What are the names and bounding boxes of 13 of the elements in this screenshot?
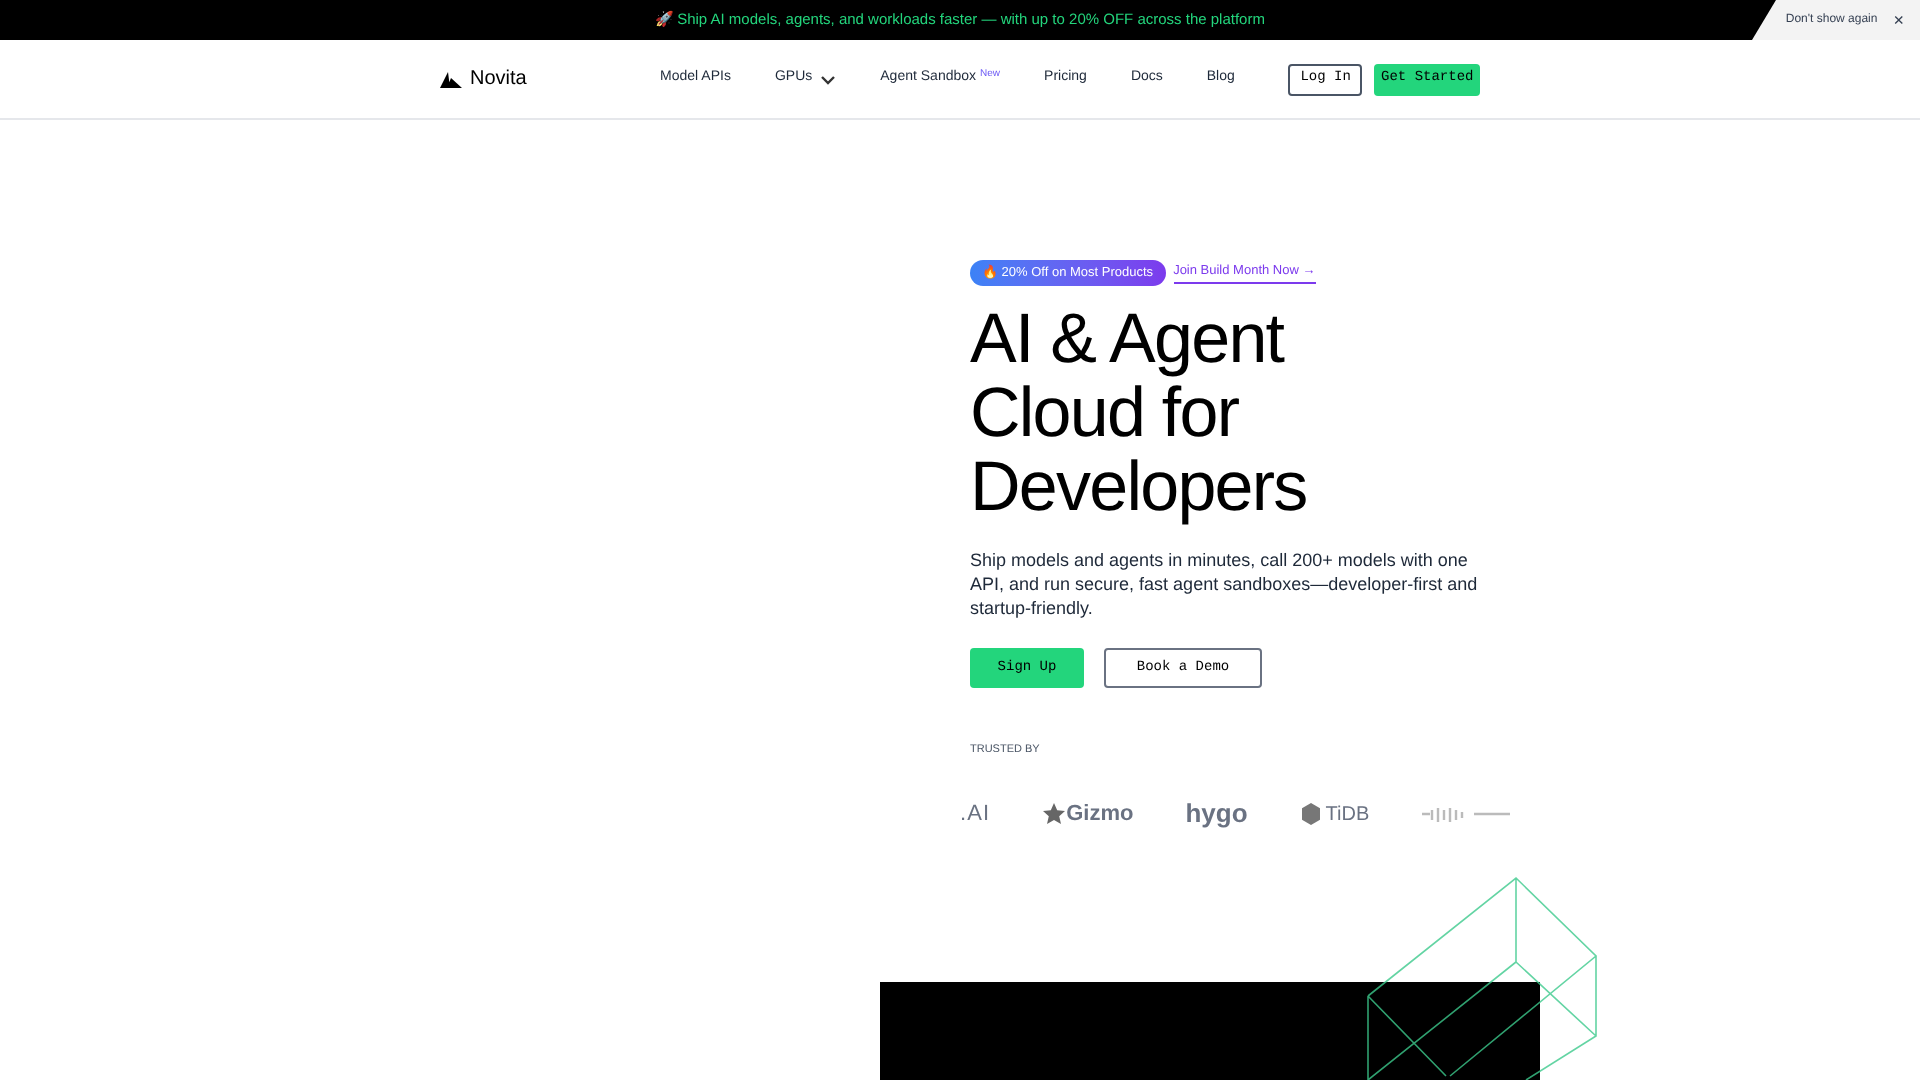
hero-title: AI & Agent Cloud for Developers — [970, 302, 1309, 524]
brand-name[interactable]: Novita — [470, 64, 527, 94]
hexagon-icon — [1299, 802, 1322, 826]
hero-subtitle: Ship models and agents in minutes, call 200+ models with one API, and run secure, fast agent sandboxes—developer-first and startup-friendly. — [970, 548, 1480, 620]
company-logo: TiDB — [1325, 801, 1370, 829]
star-icon — [1042, 802, 1067, 826]
logo-icon[interactable] — [440, 71, 462, 87]
company-logo: Gizmo — [1066, 799, 1134, 830]
chevron-down-icon — [820, 71, 837, 87]
wave-logo-drawing — [1421, 804, 1514, 824]
close-button[interactable]: × — [1893, 11, 1904, 29]
company-logo: .AI — [960, 799, 991, 830]
company-logo: hygo — [1185, 796, 1248, 833]
